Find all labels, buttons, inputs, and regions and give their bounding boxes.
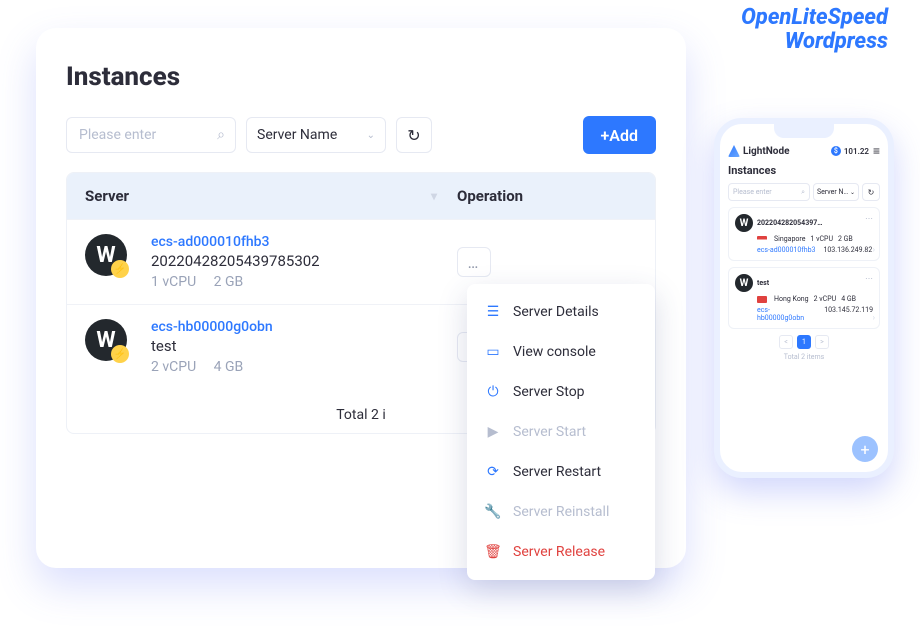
phone-card-name: test [757,279,769,287]
page-title: Instances [66,62,656,92]
phone-server-link[interactable]: ecs-ad000010fhb3 [757,246,815,254]
menu-view-console[interactable]: ▭ View console [467,332,655,372]
server-cpu: 1 vCPU [151,274,196,290]
chevron-right-icon: › [873,313,875,322]
restart-icon: ⟳ [483,462,503,482]
select-label: Server Name [257,127,337,143]
phone-instance-card[interactable]: W 202204282054397… ⋯ Singapore 1 vCPU 2 … [728,207,880,261]
details-icon: ☰ [483,302,503,322]
bolt-icon: ⚡ [111,345,129,363]
console-icon: ▭ [483,342,503,362]
phone-ip: 103.145.72.119 [824,306,873,322]
phone-card-name: 202204282054397… [757,219,822,227]
server-name: 20220428205439785302 [151,252,320,270]
refresh-icon: ↻ [407,126,420,145]
menu-server-reinstall: 🔧 Server Reinstall [467,492,655,532]
bolt-icon: ⚡ [111,260,129,278]
wordpress-icon: W⚡ [85,234,127,276]
watermark-line2: Wordpress [741,30,888,54]
menu-server-restart[interactable]: ⟳ Server Restart [467,452,655,492]
phone-cpu: 1 vCPU [810,235,833,243]
flag-icon [757,296,767,303]
trash-icon: 🗑 [483,542,503,562]
phone-notch [774,124,834,138]
chevron-down-icon: ⌄ [850,189,855,196]
wrench-icon: 🔧 [483,502,503,522]
phone-cpu: 2 vCPU [814,295,837,303]
search-input[interactable] [77,126,217,144]
toolbar: ⌕ Server Name ⌄ ↻ +Add [66,116,656,154]
operation-dropdown: ☰ Server Details ▭ View console ⏻ Server… [467,284,655,580]
server-link[interactable]: ecs-ad000010fhb3 [151,234,320,250]
search-icon: ⌕ [801,188,805,197]
phone-mem: 4 GB [841,295,856,303]
refresh-button[interactable]: ↻ [396,117,432,153]
server-mem: 2 GB [214,274,244,290]
coin-icon: $ [831,146,841,156]
phone-add-fab[interactable]: + [852,436,878,462]
phone-page-title: Instances [728,164,880,177]
server-name-select[interactable]: Server Name ⌄ [246,117,386,153]
server-name: test [151,337,273,355]
wordpress-icon: W⚡ [85,319,127,361]
menu-server-start: ▶ Server Start [467,412,655,452]
wordpress-icon: W [735,214,753,232]
table-header: Server ▾ Operation [67,173,655,219]
phone-card-more[interactable]: ⋯ [865,214,873,223]
phone-card-more[interactable]: ⋯ [865,274,873,283]
power-icon: ⏻ [483,382,503,402]
phone-select[interactable]: Server N… ⌄ [813,183,859,201]
watermark: OpenLiteSpeed Wordpress [741,6,888,54]
phone-brand: LightNode [743,146,789,157]
hamburger-icon[interactable]: ≡ [873,144,880,158]
phone-total-label: Total 2 items [728,353,880,361]
add-button[interactable]: +Add [583,116,657,154]
search-icon: ⌕ [217,127,225,143]
chevron-right-icon: › [873,245,875,254]
phone-region: Singapore [774,235,805,243]
filter-icon[interactable]: ▾ [431,189,437,203]
phone-header: LightNode $ 101.22 ≡ [728,144,880,158]
col-operation-label: Operation [457,187,637,205]
phone-pagination: < 1 > [728,335,880,349]
server-cpu: 2 vCPU [151,359,196,375]
phone-refresh-button[interactable]: ↻ [862,183,880,201]
mobile-preview: LightNode $ 101.22 ≡ Instances Please en… [714,118,894,478]
server-spec: 2 vCPU 4 GB [151,359,273,375]
server-spec: 1 vCPU 2 GB [151,274,320,290]
phone-ip: 103.136.249.82 [823,246,872,254]
row-more-button[interactable]: … [457,247,491,277]
phone-search-input[interactable]: Please enter ⌕ [728,183,810,201]
phone-page-next[interactable]: > [815,335,829,349]
phone-logo: LightNode [728,145,789,157]
search-input-wrapper[interactable]: ⌕ [66,117,236,153]
wordpress-icon: W [735,274,753,292]
flag-icon [757,236,767,243]
watermark-line1: OpenLiteSpeed [741,6,888,30]
phone-page-prev[interactable]: < [779,335,793,349]
phone-toolbar: Please enter ⌕ Server N… ⌄ ↻ [728,183,880,201]
server-mem: 4 GB [214,359,244,375]
col-server-label: Server [85,187,129,205]
phone-page-current[interactable]: 1 [797,335,811,349]
play-icon: ▶ [483,422,503,442]
chevron-down-icon: ⌄ [367,130,375,141]
menu-server-details[interactable]: ☰ Server Details [467,292,655,332]
logo-mark-icon [728,145,740,157]
phone-balance[interactable]: $ 101.22 [831,146,869,156]
phone-server-link[interactable]: ecs-hb00000g0obn [757,306,816,322]
phone-region: Hong Kong [774,295,809,303]
server-link[interactable]: ecs-hb00000g0obn [151,319,273,335]
phone-instance-card[interactable]: W test ⋯ Hong Kong 2 vCPU 4 GB ecs-hb000… [728,267,880,329]
menu-server-release[interactable]: 🗑 Server Release [467,532,655,572]
phone-mem: 2 GB [838,235,853,243]
menu-server-stop[interactable]: ⏻ Server Stop [467,372,655,412]
